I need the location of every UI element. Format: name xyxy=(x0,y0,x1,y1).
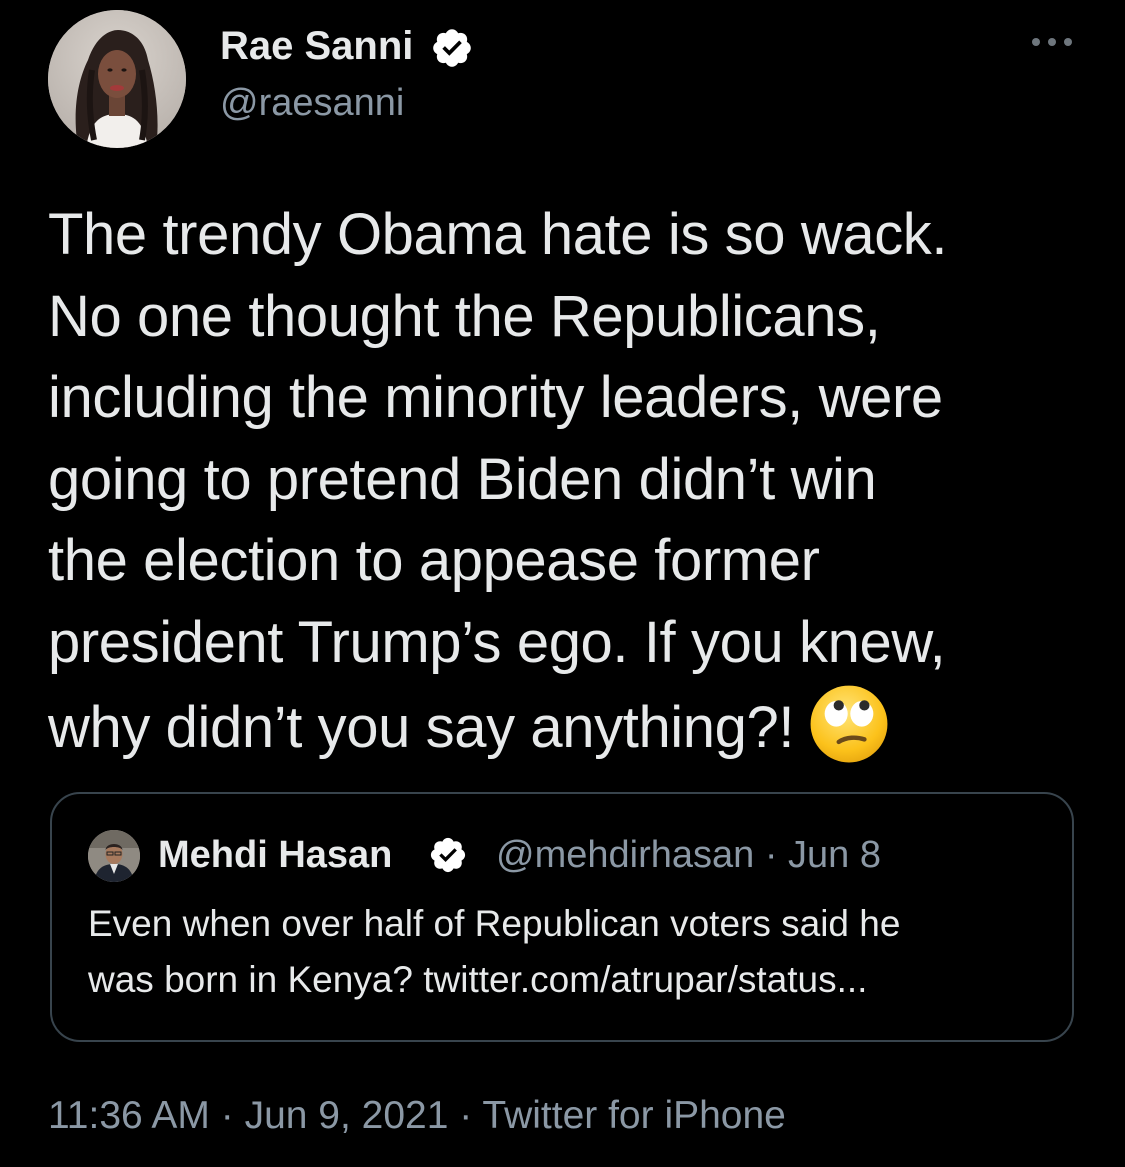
author-avatar[interactable] xyxy=(48,10,186,148)
tweet-line-last: why didn’t you say anything?! xyxy=(48,683,1098,765)
dot-icon xyxy=(1032,38,1040,46)
tweet-line: The trendy Obama hate is so wack. xyxy=(48,202,948,267)
tweet: Rae Sanni @raesanni The trendy Obama hat… xyxy=(0,0,1125,1167)
tweet-source[interactable]: Twitter for iPhone xyxy=(482,1094,785,1137)
quoted-tweet-line: Even when over half of Republican voters… xyxy=(88,903,901,944)
quoted-tweet-date[interactable]: Jun 8 xyxy=(788,834,881,876)
quoted-author-display-name[interactable]: Mehdi Hasan xyxy=(158,832,392,878)
quoted-tweet-line: was born in Kenya? twitter.com/atrupar/s… xyxy=(88,959,868,1000)
footer-separator: · xyxy=(459,1094,473,1137)
tweet-text: The trendy Obama hate is so wack. No one… xyxy=(48,194,1098,765)
dot-icon xyxy=(1048,38,1056,46)
tweet-time[interactable]: 11:36 AM xyxy=(48,1094,210,1137)
quoted-tweet-meta: @mehdirhasan · Jun 8 xyxy=(496,832,881,878)
tweet-line: going to pretend Biden didn’t win xyxy=(48,446,877,512)
author-display-name[interactable]: Rae Sanni xyxy=(220,22,413,70)
dot-icon xyxy=(1064,38,1072,46)
quoted-author-avatar[interactable] xyxy=(88,830,140,882)
verified-badge-icon xyxy=(430,837,466,873)
quoted-tweet-text: Even when over half of Republican voters… xyxy=(88,896,1048,1008)
author-handle[interactable]: @raesanni xyxy=(220,80,404,126)
tweet-date[interactable]: Jun 9, 2021 xyxy=(245,1094,449,1137)
verified-badge-icon xyxy=(433,29,471,67)
quoted-tweet-card[interactable]: Mehdi Hasan @mehdirhasan · Jun 8 Even wh… xyxy=(50,792,1074,1042)
face-with-rolling-eyes-icon xyxy=(810,685,888,763)
tweet-line: including the minority leaders, were xyxy=(48,365,943,430)
tweet-line: president Trump’s ego. If you knew, xyxy=(48,609,946,675)
tweet-line: No one thought the Republicans, xyxy=(48,283,881,349)
tweet-line-text: why didn’t you say anything?! xyxy=(48,695,795,760)
footer-separator: · xyxy=(220,1094,234,1137)
tweet-footer: 11:36 AM · Jun 9, 2021 · Twitter for iPh… xyxy=(48,1092,786,1140)
quoted-author-handle[interactable]: @mehdirhasan xyxy=(496,834,754,876)
tweet-line: the election to appease former xyxy=(48,528,820,593)
more-options-icon[interactable] xyxy=(1028,28,1076,56)
meta-separator: · xyxy=(764,834,778,876)
